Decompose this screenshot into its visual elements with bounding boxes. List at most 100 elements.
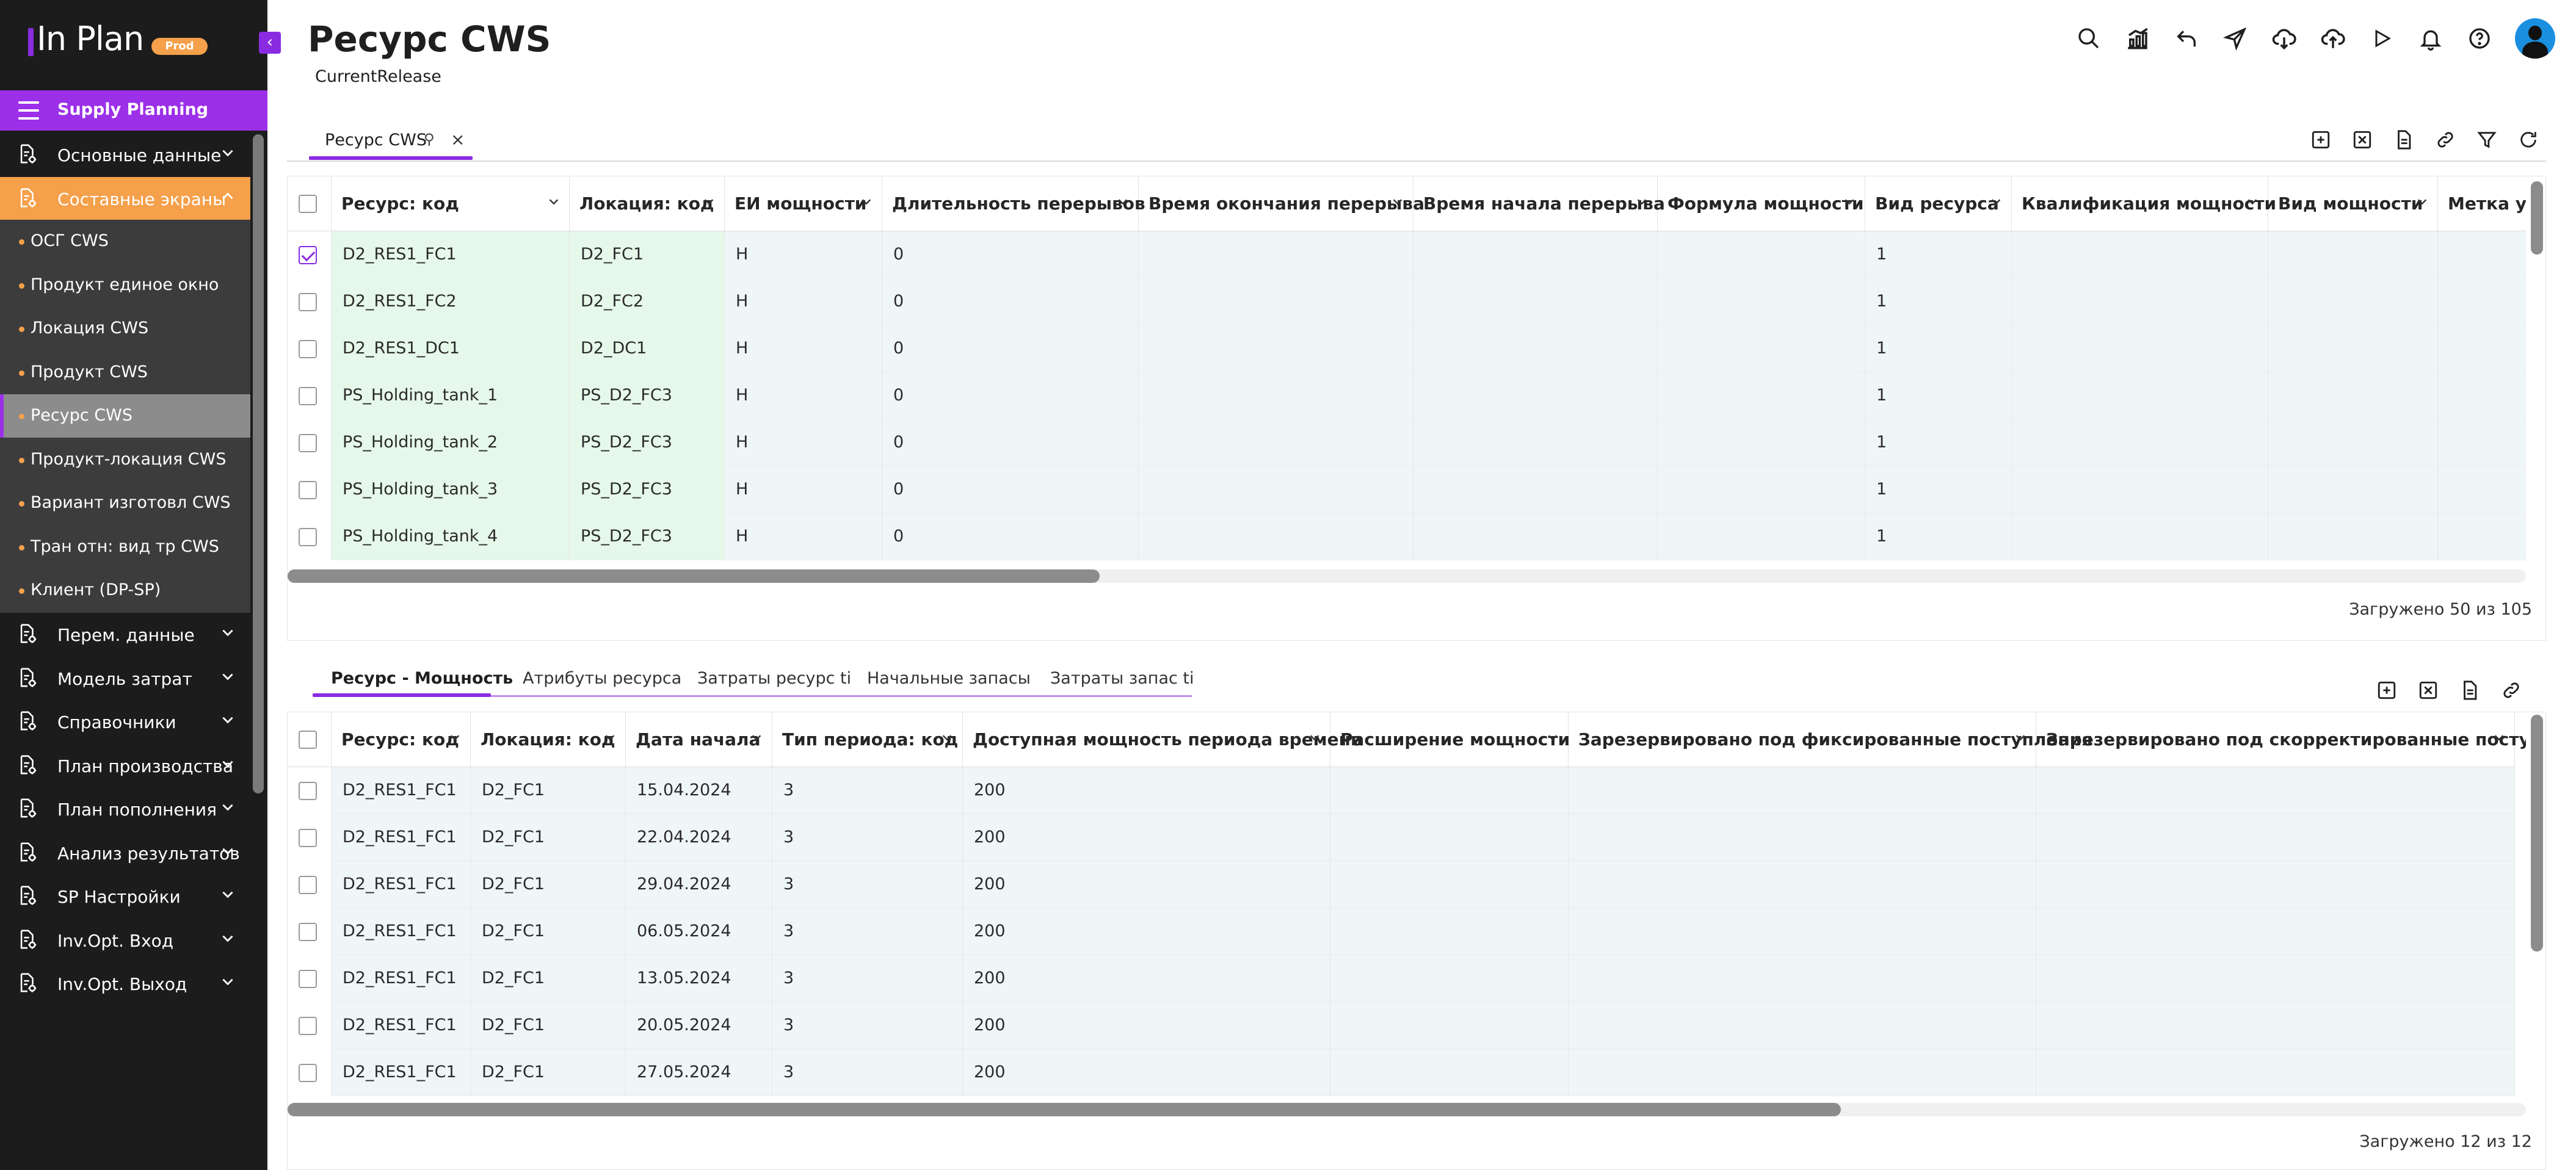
table-cell[interactable] <box>2268 278 2438 325</box>
table-cell[interactable] <box>2438 278 2526 325</box>
table-cell[interactable]: 06.05.2024 <box>626 908 772 955</box>
table-row[interactable]: D2_RES1_FC1 D2_FC1 22.04.2024 3 200 <box>288 814 2515 861</box>
table-cell[interactable]: 0 <box>882 372 1139 419</box>
table-cell[interactable]: D2_DC1 <box>570 325 725 372</box>
table-cell[interactable] <box>1569 1002 2036 1049</box>
table-cell[interactable] <box>1658 513 1865 560</box>
column-header[interactable]: Длительность перерывов <box>882 176 1145 231</box>
table-cell[interactable]: D2_FC1 <box>471 767 626 814</box>
table-cell[interactable] <box>2438 466 2526 513</box>
chevron-down-icon[interactable] <box>2014 731 2027 748</box>
table-cell[interactable]: PS_Holding_tank_3 <box>332 466 570 513</box>
main-grid-vscroll-thumb[interactable] <box>2531 181 2543 255</box>
row-checkbox[interactable] <box>299 1017 317 1035</box>
table-cell[interactable]: D2_FC1 <box>471 1049 626 1096</box>
table-cell[interactable] <box>1658 419 1865 466</box>
sidebar-subitem[interactable]: Продукт-локация CWS <box>0 438 250 482</box>
table-cell[interactable]: H <box>725 278 882 325</box>
chevron-down-icon[interactable] <box>1116 195 1130 212</box>
table-cell[interactable]: 1 <box>1865 231 2012 278</box>
table-cell[interactable]: 3 <box>772 955 963 1002</box>
table-row[interactable]: PS_Holding_tank_4 PS_D2_FC3 H 0 1 <box>288 513 2526 560</box>
table-cell[interactable]: 1 <box>1865 278 2012 325</box>
table-cell[interactable] <box>2012 372 2268 419</box>
link-icon[interactable] <box>2500 679 2523 702</box>
main-grid-hscroll-thumb[interactable] <box>288 569 1100 583</box>
table-cell[interactable]: PS_Holding_tank_4 <box>332 513 570 560</box>
help-icon[interactable] <box>2466 25 2493 52</box>
table-cell[interactable] <box>1330 1002 1569 1049</box>
send-icon[interactable] <box>2222 25 2249 52</box>
chevron-down-icon[interactable] <box>1546 731 1559 748</box>
chevron-down-icon[interactable] <box>1843 195 1856 212</box>
table-cell[interactable] <box>1413 513 1658 560</box>
table-cell[interactable] <box>1139 231 1413 278</box>
table-cell[interactable] <box>1139 325 1413 372</box>
table-cell[interactable]: 3 <box>772 861 963 908</box>
column-header[interactable]: Локация: код <box>570 176 725 231</box>
table-cell[interactable]: 0 <box>882 231 1139 278</box>
column-header[interactable]: Вид мощности <box>2268 176 2438 231</box>
chevron-down-icon[interactable] <box>1391 195 1404 212</box>
chevron-down-icon[interactable] <box>603 731 617 748</box>
table-cell[interactable] <box>1413 325 1658 372</box>
sidebar-subitem[interactable]: Локация CWS <box>0 307 250 350</box>
table-cell[interactable]: 3 <box>772 767 963 814</box>
column-header[interactable]: Доступная мощность периода времени <box>963 712 1363 767</box>
table-cell[interactable] <box>1569 861 2036 908</box>
bell-icon[interactable] <box>2417 25 2444 52</box>
table-cell[interactable] <box>2268 513 2438 560</box>
sidebar-item[interactable]: SP Настройки <box>0 875 250 917</box>
detail-grid-vscroll-thumb[interactable] <box>2531 715 2543 952</box>
table-cell[interactable] <box>2438 231 2526 278</box>
table-cell[interactable]: D2_RES1_FC1 <box>332 231 570 278</box>
table-cell[interactable]: D2_RES1_FC1 <box>332 861 471 908</box>
sidebar-subitem[interactable]: Продукт CWS <box>0 351 250 394</box>
table-cell[interactable]: 200 <box>963 1049 1330 1096</box>
table-cell[interactable]: D2_RES1_FC1 <box>332 908 471 955</box>
table-cell[interactable] <box>2012 278 2268 325</box>
chevron-down-icon[interactable] <box>448 731 462 748</box>
sidebar-item[interactable]: Справочники <box>0 700 250 743</box>
row-checkbox[interactable] <box>299 829 317 847</box>
row-checkbox[interactable] <box>299 528 317 546</box>
sidebar-item[interactable]: Inv.Opt. Вход <box>0 919 250 961</box>
table-cell[interactable]: D2_FC1 <box>471 908 626 955</box>
table-cell[interactable] <box>1413 231 1658 278</box>
table-cell[interactable]: 0 <box>882 325 1139 372</box>
table-cell[interactable]: D2_RES1_FC2 <box>332 278 570 325</box>
chevron-down-icon[interactable] <box>860 195 873 212</box>
sidebar-item[interactable]: Основные данные <box>0 133 250 176</box>
sidebar-section-header[interactable]: Supply Planning <box>0 90 267 131</box>
table-cell[interactable]: 27.05.2024 <box>626 1049 772 1096</box>
column-header[interactable]: Вид ресурса <box>1865 176 2012 231</box>
table-cell[interactable] <box>1330 814 1569 861</box>
table-cell[interactable] <box>2268 325 2438 372</box>
row-checkbox[interactable] <box>299 293 317 311</box>
table-cell[interactable] <box>1413 466 1658 513</box>
table-cell[interactable] <box>1569 1049 2036 1096</box>
close-tab-icon[interactable]: × <box>451 129 465 150</box>
table-cell[interactable]: 15.04.2024 <box>626 767 772 814</box>
column-header[interactable]: Дата начала <box>626 712 772 767</box>
table-cell[interactable] <box>1139 372 1413 419</box>
table-cell[interactable] <box>2012 419 2268 466</box>
row-checkbox[interactable] <box>299 970 317 988</box>
table-cell[interactable]: PS_D2_FC3 <box>570 419 725 466</box>
cloud-download-icon[interactable] <box>2271 25 2298 52</box>
table-cell[interactable]: 0 <box>882 278 1139 325</box>
table-cell[interactable] <box>1413 278 1658 325</box>
row-checkbox[interactable] <box>299 481 317 499</box>
column-header[interactable]: Тип периода: код <box>772 712 963 767</box>
table-cell[interactable] <box>1569 814 2036 861</box>
table-cell[interactable]: D2_FC2 <box>570 278 725 325</box>
table-cell[interactable]: 3 <box>772 1049 963 1096</box>
menu-icon[interactable] <box>18 101 39 120</box>
sidebar-item[interactable]: Inv.Opt. Выход <box>0 962 250 1005</box>
sidebar-item[interactable]: Анализ результатов <box>0 831 250 874</box>
sidebar-subitem[interactable]: Тран отн: вид тр CWS <box>0 525 250 569</box>
column-header[interactable]: Зарезервировано под скорректированные по… <box>2036 712 2526 767</box>
document-icon[interactable] <box>2392 128 2415 151</box>
sidebar-subitem[interactable]: Клиент (DP-SP) <box>0 569 250 612</box>
table-cell[interactable] <box>1658 372 1865 419</box>
